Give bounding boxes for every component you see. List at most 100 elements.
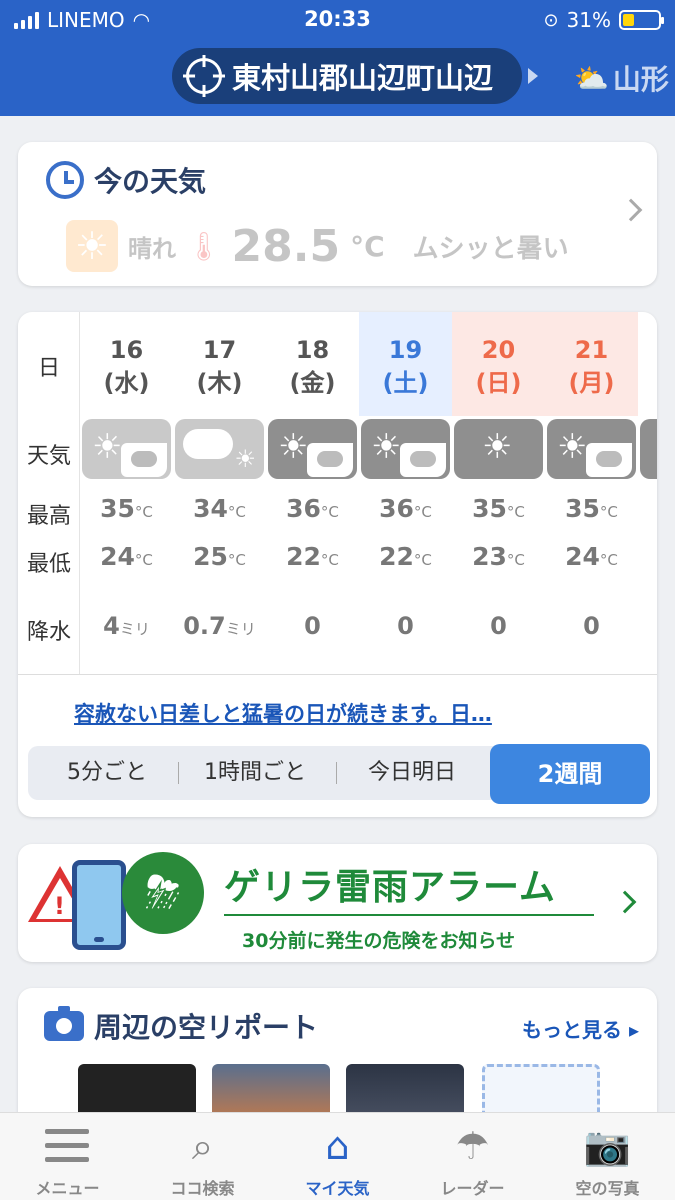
- menu-icon: [45, 1129, 89, 1163]
- sky-report-heading: 周辺の空リポート: [44, 1006, 318, 1046]
- clock-icon: [46, 161, 84, 199]
- tab-label: ココ検索: [170, 1179, 235, 1198]
- day-date: 18 (金): [289, 336, 336, 397]
- tab-radar[interactable]: ☂ レーダー: [405, 1113, 540, 1200]
- precipitation: 0: [490, 612, 507, 640]
- divider: [18, 674, 657, 675]
- thunderstorm-icon: ⛈: [122, 852, 204, 934]
- location-name: 東村山郡山辺町山辺: [232, 61, 494, 95]
- day-date: 19 (土): [382, 336, 429, 397]
- low-temp: 22°C: [286, 542, 339, 571]
- exclamation-icon: !: [54, 892, 65, 920]
- day-date: 21 (月): [568, 336, 615, 397]
- guerrilla-alarm-banner[interactable]: ! ⛈ ゲリラ雷雨アラーム 30分前に発生の危険をお知らせ: [18, 844, 657, 962]
- forecast-day-column-partial[interactable]: [638, 312, 657, 674]
- forecast-comment-link[interactable]: 容赦ない日差しと猛暑の日が続きます。日…: [74, 698, 492, 728]
- banner-divider: [224, 914, 594, 916]
- battery-percent: 31%: [566, 8, 611, 32]
- search-icon: ⌕: [191, 1124, 214, 1168]
- low-temp: 22°C: [379, 542, 432, 571]
- precipitation: 0.7ミリ: [183, 612, 256, 640]
- forecast-day-column[interactable]: 18 (金) ☀ 36°C 22°C 0: [266, 312, 359, 674]
- sky-report-title: 周辺の空リポート: [94, 1011, 319, 1044]
- segment-hourly[interactable]: 1時間ごと: [180, 746, 330, 800]
- precipitation: 0: [304, 612, 321, 640]
- temperature-unit: °C: [350, 229, 385, 263]
- low-temp: 25°C: [193, 542, 246, 571]
- forecast-day-column[interactable]: 16 (水) ☀ 35°C 24°C 4ミリ: [80, 312, 173, 674]
- tab-sky-photos[interactable]: 📷 空の写真: [540, 1113, 675, 1200]
- partly-cloudy-icon: ⛅: [574, 61, 609, 95]
- current-weather-card[interactable]: 今の天気 ☀ 晴れ 🌡 28.5 °C ムシッと暑い: [18, 142, 657, 286]
- orientation-lock-icon: ⊙: [543, 9, 559, 31]
- forecast-range-selector: 5分ごと 1時間ごと 今日明日 2週間: [28, 744, 650, 804]
- next-location-tab[interactable]: ⛅ 山形: [574, 58, 669, 98]
- forecast-day-column[interactable]: 17 (木) ☀ 34°C 25°C 0.7ミリ: [173, 312, 266, 674]
- high-temp: 34°C: [193, 494, 246, 523]
- tab-search[interactable]: ⌕ ココ検索: [135, 1113, 270, 1200]
- see-more-link[interactable]: もっと見る ▸: [522, 1014, 639, 1043]
- row-label-high: 最高: [26, 504, 71, 529]
- precipitation: 0: [397, 612, 414, 640]
- current-weather-summary: ☀ 晴れ 🌡 28.5 °C ムシッと暑い: [66, 220, 569, 272]
- current-weather-title: 今の天気: [94, 165, 207, 198]
- umbrella-icon: ☂: [455, 1124, 490, 1168]
- sunny-icon: ☀: [66, 220, 118, 272]
- current-feel-description: ムシッと暑い: [412, 233, 569, 264]
- forecast-day-column[interactable]: 21 (月) ☀ 35°C 24°C 0: [545, 312, 638, 674]
- location-target-icon: [186, 58, 222, 94]
- status-bar: LINEMO ◠ 20:33 ⊙ 31%: [0, 0, 675, 40]
- day-date: 16 (水): [103, 336, 150, 397]
- home-icon: ⌂: [325, 1124, 350, 1168]
- row-label-weather: 天気: [26, 444, 71, 469]
- row-label-precip: 降水: [26, 620, 71, 645]
- sunny-icon: ☀: [454, 419, 543, 479]
- tab-label: 空の写真: [575, 1179, 640, 1198]
- forecast-row-labels: 日 天気 最高 最低 降水: [18, 312, 80, 674]
- banner-subtitle: 30分前に発生の危険をお知らせ: [242, 930, 516, 952]
- day-date: 17 (木): [196, 336, 243, 397]
- sunny-cloudy-icon: ☀: [268, 419, 357, 479]
- sunny-rain-icon: ☀: [82, 419, 171, 479]
- segment-2weeks[interactable]: 2週間: [490, 744, 650, 804]
- current-weather-heading: 今の天気: [46, 160, 206, 200]
- low-temp: 24°C: [100, 542, 153, 571]
- chevron-right-icon: [613, 890, 637, 914]
- cloudy-sunny-icon: ☀: [175, 419, 264, 479]
- battery-fill: [623, 14, 634, 26]
- forecast-day-column[interactable]: 19 (土) ☀ 36°C 22°C 0: [359, 312, 452, 674]
- low-temp: 23°C: [472, 542, 525, 571]
- segment-5min[interactable]: 5分ごと: [42, 746, 172, 800]
- tab-label: レーダー: [440, 1179, 505, 1198]
- row-label-day: 日: [37, 356, 60, 381]
- tab-my-weather[interactable]: ⌂ マイ天気: [270, 1113, 405, 1200]
- next-location-arrow-icon[interactable]: [528, 68, 538, 84]
- chevron-right-icon: [619, 198, 643, 222]
- thermometer-icon: 🌡: [186, 229, 222, 263]
- precipitation: 4ミリ: [103, 612, 150, 640]
- location-header: 東村山郡山辺町山辺 ⛅ 山形: [0, 40, 675, 116]
- weather-icon-partial: [640, 419, 657, 479]
- current-temperature: 28.5: [231, 220, 341, 272]
- forecast-columns: 16 (水) ☀ 35°C 24°C 4ミリ 17 (木) ☀ 34°C 25°C …: [80, 312, 657, 674]
- current-location-tab[interactable]: 東村山郡山辺町山辺: [172, 48, 522, 104]
- sunny-cloudy-icon: ☀: [361, 419, 450, 479]
- low-temp: 24°C: [565, 542, 618, 571]
- segment-today-tomorrow[interactable]: 今日明日: [344, 746, 480, 800]
- forecast-day-column[interactable]: 20 (日) ☀ 35°C 23°C 0: [452, 312, 545, 674]
- phone-icon: [72, 860, 126, 950]
- bottom-tab-bar: メニュー ⌕ ココ検索 ⌂ マイ天気 ☂ レーダー 📷 空の写真: [0, 1112, 675, 1200]
- high-temp: 36°C: [286, 494, 339, 523]
- banner-title: ゲリラ雷雨アラーム: [224, 867, 556, 908]
- day-date: 20 (日): [475, 336, 522, 397]
- high-temp: 36°C: [379, 494, 432, 523]
- sunny-cloudy-icon: ☀: [547, 419, 636, 479]
- precipitation: 0: [583, 612, 600, 640]
- current-condition: 晴れ: [128, 234, 176, 263]
- battery-icon: [619, 10, 664, 30]
- camera-icon: 📷: [583, 1124, 632, 1168]
- camera-icon: [44, 1006, 84, 1041]
- tab-menu[interactable]: メニュー: [0, 1113, 135, 1200]
- high-temp: 35°C: [565, 494, 618, 523]
- weekly-forecast-card: 日 天気 最高 最低 降水 16 (水) ☀ 35°C 24°C 4ミリ 17 (木…: [18, 312, 657, 817]
